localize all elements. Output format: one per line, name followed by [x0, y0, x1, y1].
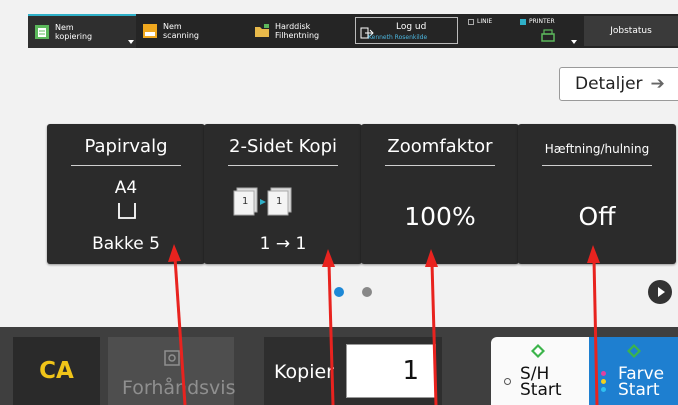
start-diamond-icon	[627, 343, 641, 363]
page-dot-active[interactable]	[334, 287, 344, 297]
folder-icon	[254, 23, 270, 39]
tab-label-line1: Harddisk	[275, 22, 311, 31]
arrow-right-icon: ➔	[650, 74, 665, 94]
duplex-icon: 1 1	[233, 186, 303, 220]
tab-easy-scan[interactable]: Nem scanning	[142, 14, 237, 48]
logged-in-user: Kenneth Rosenkilde	[368, 34, 428, 41]
printer-label: PRINTER	[529, 18, 555, 25]
line-indicator: LINIE	[468, 18, 492, 25]
printer-icon[interactable]	[540, 28, 556, 47]
job-status-button[interactable]: Jobstatus	[584, 16, 678, 46]
page-dot[interactable]	[362, 287, 372, 297]
details-button[interactable]: Detaljer ➔	[559, 67, 678, 101]
tab-label-line2: scanning	[163, 31, 199, 40]
magenta-dot	[601, 371, 606, 376]
tab-label-line1: Nem	[163, 22, 182, 31]
paper-tray-icon	[118, 203, 136, 224]
bw-start-button[interactable]: S/H Start	[491, 337, 589, 405]
printer-status-box	[520, 18, 526, 25]
bottom-bar: CA Forhåndsvis Kopier 1 S/H Start Farve …	[0, 327, 678, 405]
tile-title: Papirvalg	[84, 136, 168, 157]
staple-punch-tile[interactable]: Hæftning/hulning Off	[518, 124, 676, 264]
top-bar: Nem kopiering Nem scanning Harddisk Filhent…	[28, 14, 678, 48]
bw-start-line2: Start	[520, 380, 562, 400]
duplex-mode: 1 → 1	[259, 234, 307, 254]
copy-icon	[34, 24, 50, 40]
copier-screen: Nem kopiering Nem scanning Harddisk Filhent…	[0, 0, 678, 405]
line-status-box	[468, 18, 474, 25]
dropdown-icon	[128, 40, 134, 44]
paper-tray: Bakke 5	[92, 234, 160, 254]
staple-value: Off	[578, 202, 616, 231]
tile-divider	[385, 165, 495, 166]
clear-all-button[interactable]: CA	[13, 337, 100, 405]
svg-text:1: 1	[276, 196, 282, 207]
logout-button[interactable]: Log ud Kenneth Rosenkilde	[355, 17, 458, 44]
next-page-button[interactable]	[648, 280, 672, 304]
copies-input[interactable]: 1	[346, 344, 436, 398]
cyan-dot	[601, 387, 606, 392]
tile-divider	[542, 165, 652, 166]
start-diamond-icon	[531, 343, 545, 363]
tab-easy-copy[interactable]: Nem kopiering	[28, 14, 136, 48]
tile-title: Hæftning/hulning	[544, 142, 650, 156]
scan-icon	[142, 23, 158, 39]
yellow-dot	[601, 379, 606, 384]
svg-text:1: 1	[242, 196, 248, 207]
tab-label-line1: Nem	[55, 23, 74, 32]
printer-dropdown-icon[interactable]	[571, 40, 577, 44]
magnifier-icon	[164, 349, 180, 371]
line-label: LINIE	[477, 18, 493, 25]
preview-button[interactable]: Forhåndsvis	[108, 337, 236, 405]
preview-label: Forhåndsvis	[122, 377, 236, 399]
color-start-button[interactable]: Farve Start	[589, 337, 678, 405]
color-start-label: Farve Start	[618, 366, 664, 400]
logout-label: Log ud	[396, 22, 427, 32]
bw-start-label: S/H Start	[520, 366, 562, 400]
copies-label: Kopier	[274, 361, 334, 383]
zoom-tile[interactable]: Zoomfaktor 100%	[361, 124, 519, 264]
duplex-copy-tile[interactable]: 2-Sidet Kopi 1 1 1 → 1	[204, 124, 362, 264]
printer-indicator: PRINTER	[520, 18, 555, 25]
tile-title: 2-Sidet Kopi	[229, 136, 337, 157]
tile-title: Zoomfaktor	[387, 136, 493, 157]
details-label: Detaljer	[575, 74, 643, 94]
zoom-value: 100%	[404, 202, 476, 231]
paper-size: A4	[114, 178, 138, 198]
tab-hdd-retrieval[interactable]: Harddisk Filhentning	[254, 14, 349, 48]
tab-label-line2: kopiering	[55, 32, 93, 41]
color-start-line2: Start	[618, 380, 660, 400]
paper-select-tile[interactable]: Papirvalg A4 Bakke 5	[47, 124, 205, 264]
bw-indicator-dot	[504, 378, 511, 385]
tile-divider	[228, 165, 338, 166]
tile-divider	[71, 165, 181, 166]
tab-label-line2: Filhentning	[275, 31, 320, 40]
copies-control: Kopier 1	[264, 337, 442, 405]
